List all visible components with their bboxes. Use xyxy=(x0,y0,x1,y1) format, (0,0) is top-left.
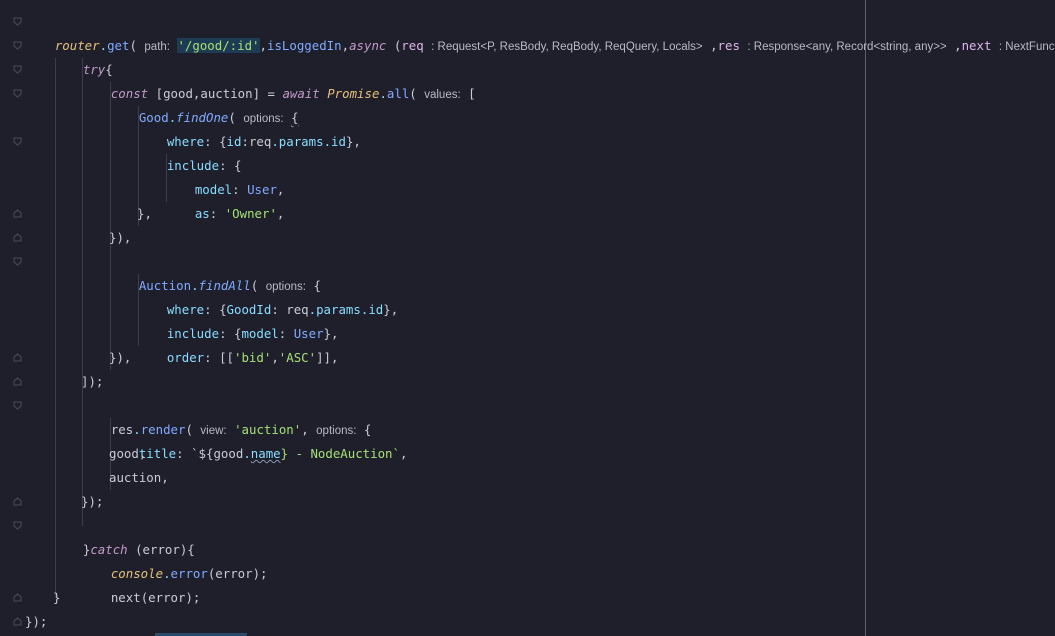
fold-close-icon[interactable] xyxy=(13,353,22,362)
fold-open-icon[interactable] xyxy=(13,89,22,98)
code-line-9[interactable]: }, xyxy=(137,202,152,226)
code-line-5[interactable]: where: {id:req.params.id}, xyxy=(137,106,361,149)
fold-close-icon[interactable] xyxy=(13,593,22,602)
code-line-18[interactable]: title: `${good.name} - NodeAuction`, xyxy=(109,418,408,461)
token-paren: ( xyxy=(386,38,402,53)
code-line-24[interactable]: next(error); xyxy=(81,562,201,605)
token-comma: , xyxy=(946,38,962,53)
token-close: }); xyxy=(25,614,48,629)
fold-close-icon[interactable] xyxy=(13,497,22,506)
fold-open-icon[interactable] xyxy=(13,521,22,530)
token-template-open: `${ xyxy=(191,446,214,461)
token-name: name xyxy=(250,446,281,461)
code-line-4[interactable]: Good.findOne( options: { xyxy=(109,82,299,125)
right-margin-guide xyxy=(865,0,866,636)
code-line-3[interactable]: const [good,auction] = await Promise.all… xyxy=(81,58,476,101)
token-colon: : [[ xyxy=(204,350,234,365)
fold-close-icon[interactable] xyxy=(13,233,22,242)
inlay-hint-next-type: : NextFunction xyxy=(998,41,1055,53)
fold-open-icon[interactable] xyxy=(13,137,22,146)
code-line-19[interactable]: good, xyxy=(109,442,146,466)
token-close: ]], xyxy=(316,350,339,365)
inlay-hint-values: values: xyxy=(424,89,461,101)
token-close: }, xyxy=(383,302,399,317)
token-async: async xyxy=(349,38,387,53)
code-line-17[interactable]: res.render( view: 'auction', options: { xyxy=(81,394,372,437)
code-line-11[interactable]: Auction.findAll( options: { xyxy=(109,250,321,293)
code-line-7[interactable]: model: User, xyxy=(165,154,285,197)
token-id: id xyxy=(368,302,384,317)
code-line-22[interactable]: }catch (error){ xyxy=(53,514,195,557)
token-as: as xyxy=(194,206,210,221)
token-param-next: next xyxy=(961,38,992,53)
fold-open-icon[interactable] xyxy=(13,65,22,74)
fold-open-icon[interactable] xyxy=(13,401,22,410)
code-line-13[interactable]: include: {model: User}, xyxy=(137,298,339,341)
token-good: good xyxy=(213,446,244,461)
code-line-20[interactable]: auction, xyxy=(109,466,169,490)
code-line-10[interactable]: }), xyxy=(109,226,131,250)
fold-close-icon[interactable] xyxy=(13,209,22,218)
token-promise: Promise xyxy=(327,86,380,101)
token-close: }, xyxy=(137,206,152,221)
fold-open-icon[interactable] xyxy=(13,41,22,50)
code-line-23[interactable]: console.error(error); xyxy=(81,538,268,581)
token-comma: , xyxy=(259,38,267,53)
token-asc-string: 'ASC' xyxy=(278,350,317,365)
token-param-res: res xyxy=(717,38,740,53)
token-comma: , xyxy=(702,38,718,53)
token-comma: , xyxy=(271,350,279,365)
code-line-6[interactable]: include: { xyxy=(137,130,242,173)
token-dot: . xyxy=(379,86,387,101)
code-line-1[interactable]: router.get( path: '/good/:id',isLoggedIn… xyxy=(25,10,1055,53)
inlay-hint-res-type: : Response<any, Record<string, any>> xyxy=(747,41,947,53)
token-paren: ( xyxy=(129,38,137,53)
token-all: all xyxy=(386,86,410,101)
code-line-21[interactable]: }); xyxy=(81,490,103,514)
token-path-string: '/good/:id' xyxy=(177,38,260,53)
fold-open-icon[interactable] xyxy=(13,257,22,266)
token-close: } xyxy=(53,590,61,605)
token-comma: , xyxy=(276,206,285,221)
code-line-8[interactable]: as: 'Owner', xyxy=(165,178,285,221)
token-comma: , xyxy=(341,38,350,53)
token-paren: ( xyxy=(409,86,417,101)
token-args: (error); xyxy=(207,566,268,581)
token-bracket: [ xyxy=(468,86,476,101)
token-bid-string: 'bid' xyxy=(234,350,272,365)
token-close: }); xyxy=(81,494,104,509)
code-line-2[interactable]: try{ xyxy=(53,34,113,77)
code-line-12[interactable]: where: {GoodId: req.params.id}, xyxy=(137,274,398,317)
code-line-25[interactable]: } xyxy=(53,586,60,610)
token-isLoggedIn: isLoggedIn xyxy=(266,38,342,53)
token-colon: : xyxy=(176,446,192,461)
fold-close-icon[interactable] xyxy=(13,617,22,626)
token-close: }), xyxy=(109,350,132,365)
fold-close-icon[interactable] xyxy=(13,377,22,386)
token-auction: auction, xyxy=(109,470,169,485)
token-good: good, xyxy=(109,446,147,461)
token-param-req: req xyxy=(401,38,424,53)
token-args: (error); xyxy=(140,590,201,605)
token-next: next xyxy=(110,590,141,605)
token-close: ]); xyxy=(81,374,104,389)
token-comma: , xyxy=(399,446,408,461)
token-dot: . xyxy=(243,446,251,461)
inlay-hint-path: path: xyxy=(144,41,170,53)
token-colon: : xyxy=(209,206,225,221)
token-template-rest: } - NodeAuction` xyxy=(280,446,400,461)
code-line-14[interactable]: order: [['bid','ASC']], xyxy=(137,322,339,365)
code-line-15[interactable]: }), xyxy=(109,346,131,370)
code-editor[interactable]: router.get( path: '/good/:id',isLoggedIn… xyxy=(0,0,1055,636)
fold-open-icon[interactable] xyxy=(13,17,22,26)
token-owner-string: 'Owner' xyxy=(224,206,277,221)
inlay-hint-req-type: : Request<P, ResBody, ReqBody, ReqQuery,… xyxy=(431,41,703,53)
token-order: order xyxy=(166,350,205,365)
code-line-16[interactable]: ]); xyxy=(81,370,103,394)
code-line-26[interactable]: }); xyxy=(25,610,47,634)
token-close: }), xyxy=(109,230,132,245)
